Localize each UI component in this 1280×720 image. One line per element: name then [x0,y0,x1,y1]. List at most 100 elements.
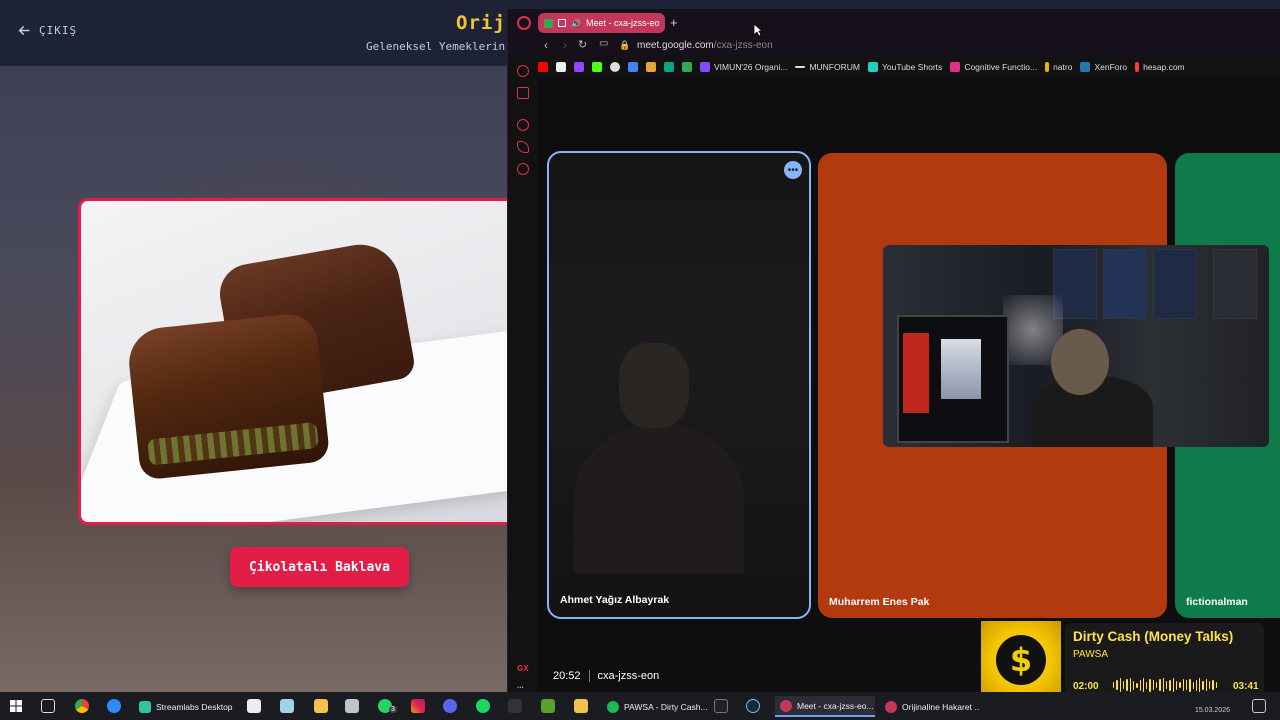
url-field[interactable]: meet.google.com/cxa-jzss-eon [637,40,773,51]
instagram-icon[interactable] [411,699,425,713]
taskbar-app-meet[interactable]: Meet - cxa-jzss-eo... [775,696,875,717]
bookmark-label: VIMUN'26 Organi... [714,62,788,72]
waveform-bar [1159,679,1161,691]
image-icon [646,62,656,72]
back-nav-icon[interactable]: ‹ [544,38,548,52]
participant-name: Muharrem Enes Pak [829,596,930,608]
waveform-bar [1142,678,1145,692]
track-artist: PAWSA [1073,649,1109,660]
capcut-icon[interactable] [247,699,261,713]
camera-icon[interactable]: ▭ [599,38,608,49]
speed-dial-icon[interactable] [517,65,529,77]
meeting-time: 20:52 [553,670,581,682]
chrome-icon[interactable] [75,699,89,713]
pc-case-image [897,315,1009,443]
opera-gx-logo-icon[interactable] [517,16,531,30]
food-image-card[interactable] [78,198,518,525]
address-bar: ‹ › ↻ ▭ 🔒 meet.google.com/cxa-jzss-eon [508,35,1280,57]
minecraft-icon[interactable] [541,699,555,713]
bookmark-hesap[interactable]: hesap.com [1135,62,1185,72]
zoom-icon[interactable] [107,699,121,713]
lock-icon[interactable]: 🔒 [619,40,630,51]
bookmark-vimun[interactable]: VIMUN'26 Organi... [700,62,787,72]
file-explorer-icon[interactable] [314,699,328,713]
track-title: Dirty Cash (Money Talks) [1073,629,1234,644]
tab-meet[interactable]: 🔊 Meet - cxa-jzss-eo [538,13,665,33]
waveform-bar [1199,678,1201,692]
bookmark-image[interactable] [646,62,656,72]
bookmark-openai[interactable] [610,62,620,72]
waveform-bar [1122,681,1125,689]
poster-image [1103,249,1147,319]
more-icon[interactable]: ... [517,681,524,690]
bookmark-youtube[interactable] [538,62,548,72]
bookmark-label: Cognitive Functio... [964,62,1038,72]
shared-video-pip[interactable] [883,245,1269,447]
dash-icon [795,66,806,68]
bookmark-youtube-shorts[interactable]: YouTube Shorts [867,62,942,72]
bookmark-xenforo[interactable]: XenForo [1080,62,1127,72]
gx-label[interactable]: GX [517,664,529,673]
url-host: meet.google.com [637,40,714,51]
now-playing-widget[interactable]: $ Dirty Cash (Money Talks) PAWSA 02:00 0… [981,621,1264,699]
bookmark-translate[interactable] [628,62,638,72]
spotify-icon [607,700,619,713]
settings-gear-icon[interactable] [517,163,529,175]
xenforo-icon [1080,62,1091,72]
waveform-bar [1126,679,1128,691]
participant-tile[interactable]: ••• Ahmet Yağız Albayrak [547,151,811,619]
history-icon[interactable] [517,119,529,131]
steam-icon[interactable] [746,699,760,713]
waveform-progress[interactable] [1113,677,1217,693]
github-icon[interactable] [508,699,522,713]
browser-sidebar: GX ... [508,59,538,692]
notification-center-icon[interactable] [1252,699,1266,713]
youtube-icon [538,62,548,72]
notepad-icon[interactable] [280,699,294,713]
bookmark-natro[interactable]: natro [1045,62,1072,72]
participant-name: Ahmet Yağız Albayrak [560,594,670,606]
bookmark-kick[interactable] [592,62,602,72]
epic-games-icon[interactable] [714,699,728,713]
archive-icon[interactable] [574,699,588,713]
participant-video [574,423,744,573]
waveform-bar [1185,680,1188,690]
divider [588,670,590,682]
track-info: Dirty Cash (Money Talks) PAWSA 02:00 03:… [1065,623,1264,697]
bookmark-cognitive[interactable]: Cognitive Functio... [950,62,1037,72]
elapsed-time: 02:00 [1073,681,1099,692]
bookmark-munforum[interactable]: MUNFORUM [795,62,860,72]
xbox-icon[interactable] [476,699,490,713]
participant-name: fictionalman [1186,596,1248,608]
photos-icon[interactable] [345,699,359,713]
discord-icon[interactable] [443,699,457,713]
extensions-icon[interactable] [517,141,529,153]
speaker-icon[interactable]: 🔊 [571,19,581,28]
bookmark-chat[interactable] [664,62,674,72]
waveform-bar [1182,679,1184,691]
waveform-bar [1169,679,1171,691]
bookmark-file[interactable] [556,62,566,72]
hesap-icon [1135,62,1140,72]
waveform-bar [1129,677,1131,693]
bookmark-twitch[interactable] [574,62,584,72]
bookmark-gpt[interactable] [682,62,692,72]
task-view-icon[interactable] [41,699,55,713]
taskbar-app-spotify[interactable]: PAWSA - Dirty Cash... [602,696,713,717]
food-name-button[interactable]: Çikolatalı Baklava [230,547,409,587]
more-options-icon[interactable]: ••• [784,161,802,179]
taskbar-app-orijinaline[interactable]: Orijinaline Hakaret ... [880,696,980,717]
reload-icon[interactable]: ↻ [578,38,587,51]
browser-window: 🔊 Meet - cxa-jzss-eo + ‹ › ↻ ▭ 🔒 meet.go… [507,9,1280,692]
back-button[interactable]: ÇIKIŞ [18,24,77,37]
waveform-bar [1132,680,1135,690]
new-tab-button[interactable]: + [670,15,678,30]
control-icon[interactable] [517,87,529,99]
windows-start-icon[interactable] [10,700,22,712]
total-time: 03:41 [1233,681,1259,692]
arrow-left-icon [18,25,30,36]
taskbar-app-streamlabs[interactable]: Streamlabs Desktop [134,696,238,717]
shorts-icon [867,62,878,72]
forward-nav-icon[interactable]: › [563,38,567,52]
tab-title: Meet - cxa-jzss-eo [585,18,660,28]
